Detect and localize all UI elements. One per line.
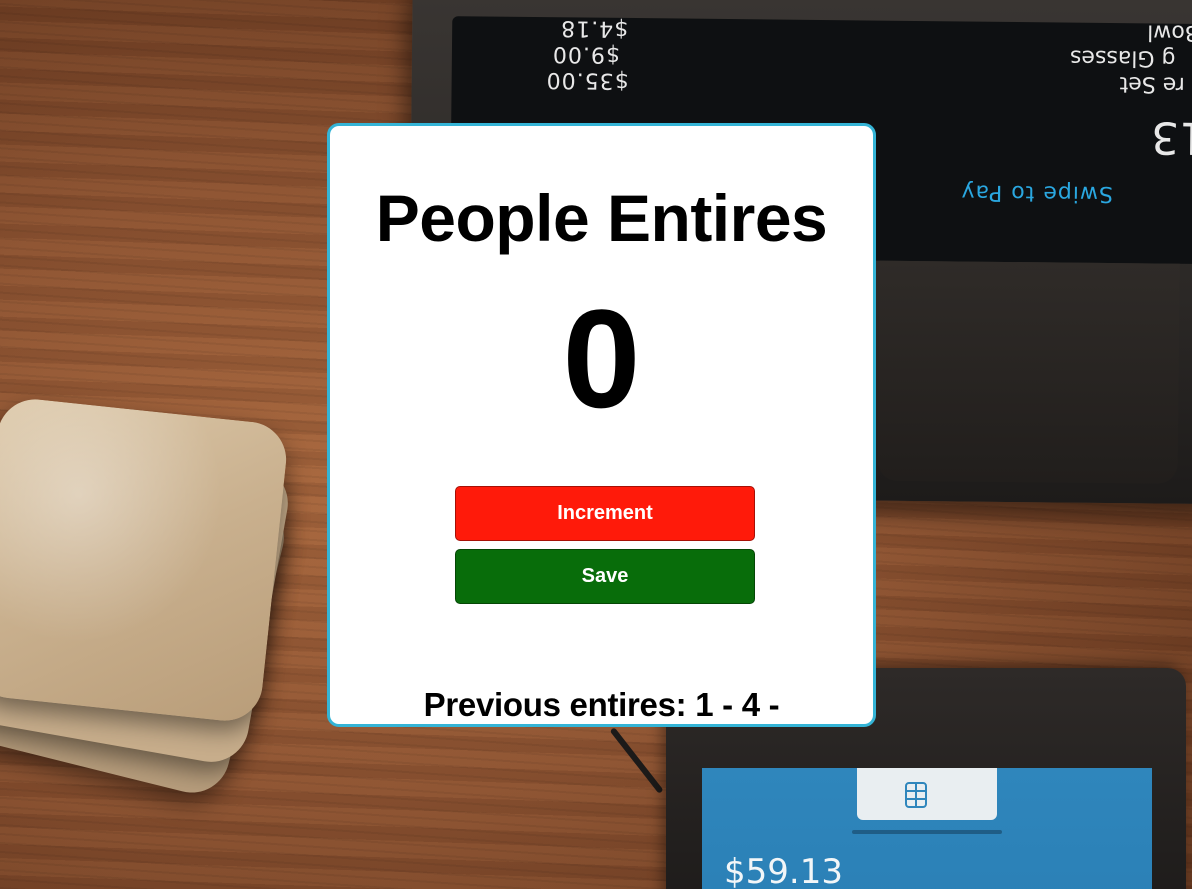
price-line: $4.18 [560, 16, 629, 41]
card-reader-progress-bar [852, 830, 1002, 834]
total-fragment: 13 [1150, 111, 1192, 164]
pos-terminal-base [877, 260, 1180, 484]
swipe-to-pay-label: Swipe to Pay [960, 179, 1114, 207]
item-line: g Glasses [1069, 44, 1176, 71]
counter-card: People Entires 0 Increment Save Previous… [327, 123, 876, 727]
price-line: $9.00 [551, 41, 621, 67]
count-display: 0 [562, 280, 641, 437]
card-reader-amount: $59.13 [724, 852, 843, 889]
previous-entries-text: Previous entires: 1 - 4 - [423, 686, 780, 723]
cable [609, 727, 664, 794]
chip-card-icon [905, 782, 927, 808]
page-title: People Entires [375, 181, 828, 255]
item-line: Bowl [1147, 19, 1192, 45]
increment-button[interactable]: Increment [455, 486, 755, 541]
card-slot [857, 768, 997, 820]
save-button[interactable]: Save [455, 549, 755, 604]
item-line: re Set [1119, 71, 1185, 97]
coaster-top [0, 395, 290, 725]
price-line: $35.00 [545, 67, 629, 93]
